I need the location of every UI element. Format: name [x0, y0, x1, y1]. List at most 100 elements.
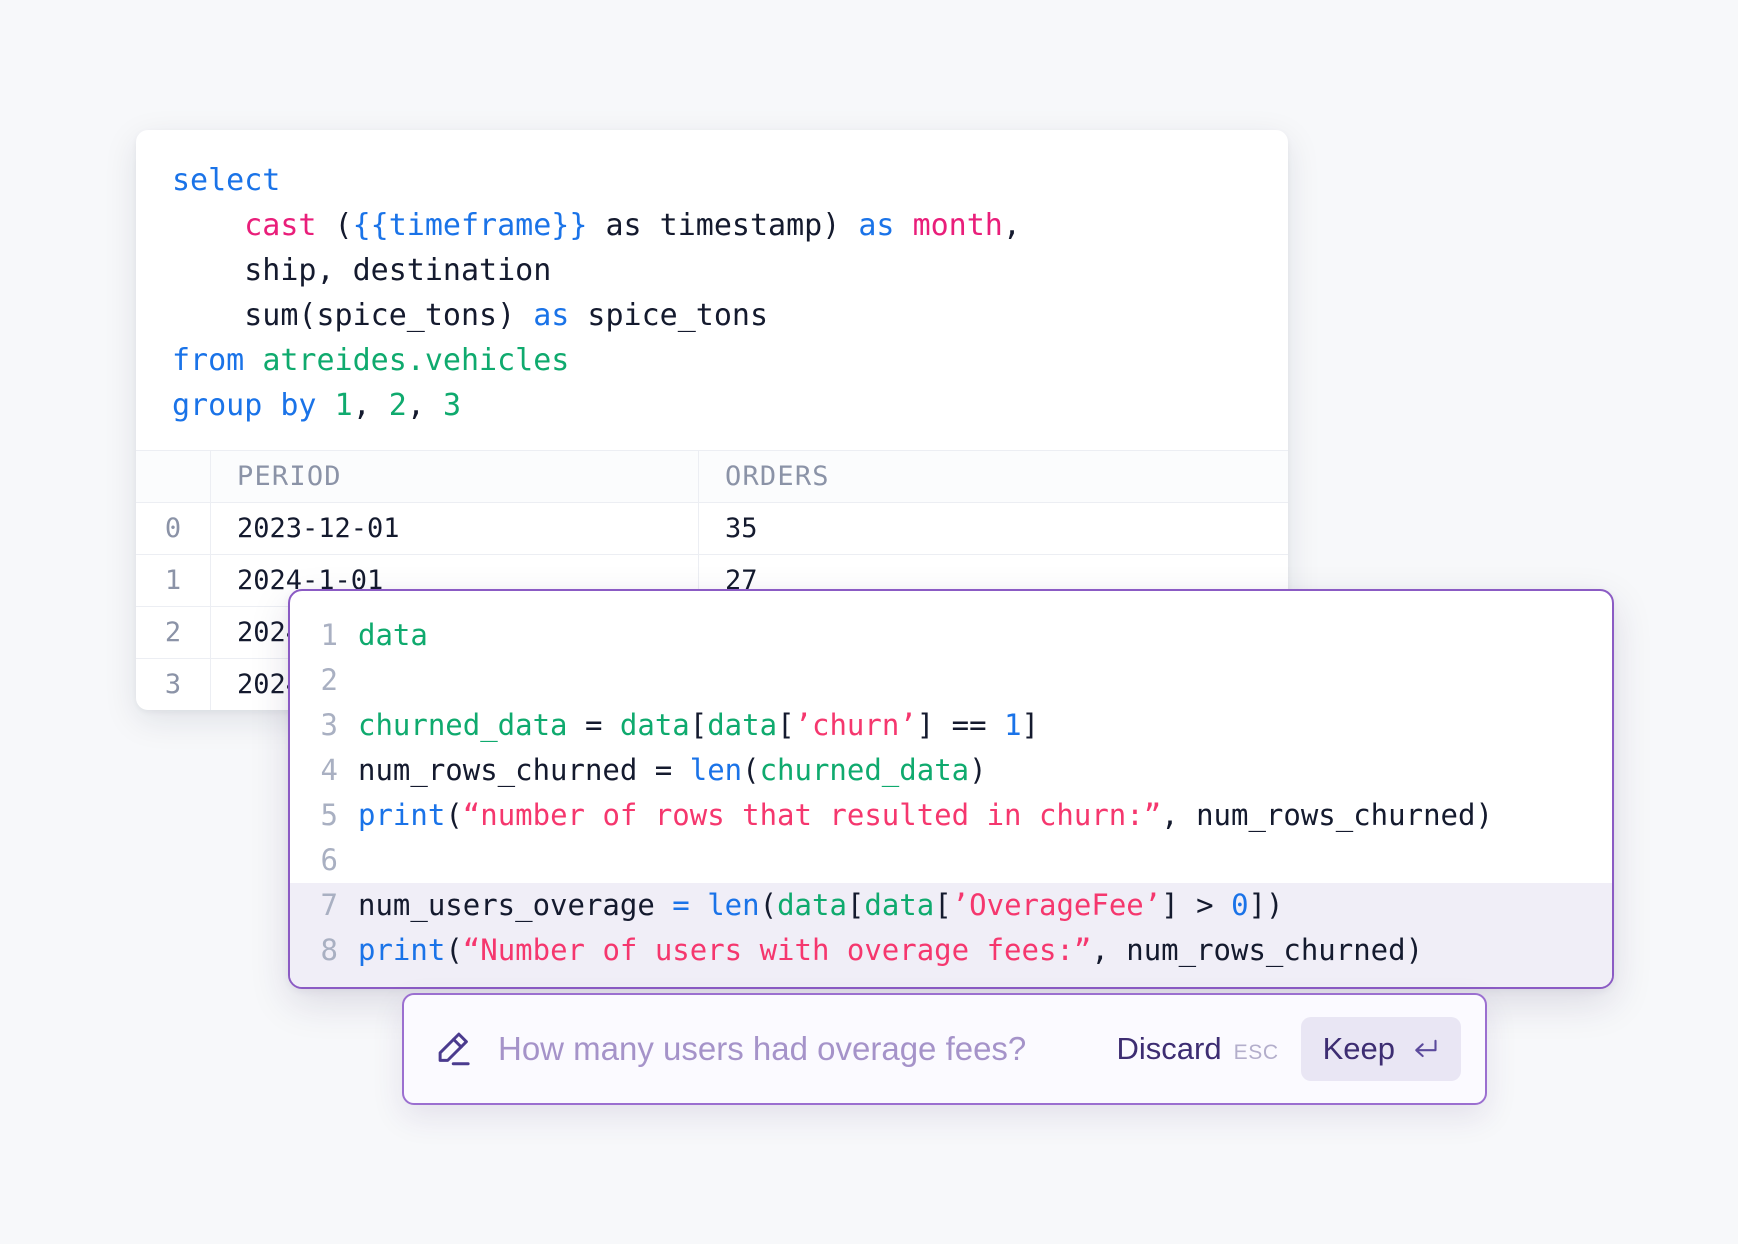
sql-editor[interactable]: select cast ({{timeframe}} as timestamp)…	[136, 130, 1288, 450]
python-token: ’churn’	[794, 708, 917, 742]
discard-button[interactable]: Discard ESC	[1107, 1023, 1289, 1075]
sql-line: sum(spice_tons) as spice_tons	[136, 293, 1288, 338]
discard-label: Discard	[1116, 1031, 1222, 1066]
ai-prompt-bar[interactable]: Discard ESC Keep	[402, 993, 1487, 1105]
python-line: 5 print(“number of rows that resulted in …	[290, 793, 1612, 838]
sql-token: (	[316, 208, 353, 243]
sql-line: select	[136, 158, 1288, 203]
sql-token: cast	[244, 208, 317, 243]
python-line-content: num_users_overage = len(data[data[’Overa…	[358, 883, 1602, 928]
pencil-icon	[434, 1028, 476, 1070]
python-token	[690, 888, 707, 922]
row-index: 0	[136, 503, 211, 554]
python-line-content: print(“Number of users with overage fees…	[358, 928, 1602, 973]
row-index: 2	[136, 607, 211, 658]
sql-token: from	[172, 343, 245, 378]
cell-period: 2023-12-01	[211, 503, 699, 554]
python-token: ] ==	[916, 708, 1005, 742]
sql-token: as	[533, 298, 570, 333]
python-token: [	[777, 708, 795, 742]
enter-return-icon	[1411, 1037, 1439, 1061]
python-token: data	[619, 708, 690, 742]
python-line-content: data	[358, 613, 1602, 658]
sql-token: atreides.vehicles	[262, 343, 570, 378]
sql-token: sum(spice_tons)	[172, 298, 534, 333]
python-line: 4 num_rows_churned = len(churned_data)	[290, 748, 1612, 793]
sql-line: ship, destination	[136, 248, 1288, 293]
sql-token: as timestamp)	[587, 208, 859, 243]
row-index: 3	[136, 659, 211, 710]
python-line: 1 data	[290, 613, 1612, 658]
sql-token: ship, destination	[172, 253, 552, 288]
python-line-content	[358, 838, 1602, 883]
python-line: 6	[290, 838, 1612, 883]
python-token: data	[707, 708, 778, 742]
python-token: “number of rows that resulted in churn:”	[462, 798, 1162, 832]
python-token: len	[707, 888, 760, 922]
sql-token: select	[172, 163, 281, 198]
python-token: ])	[1248, 888, 1284, 922]
line-number: 4	[320, 753, 338, 787]
python-token: print	[358, 933, 446, 967]
python-token: )	[969, 753, 987, 787]
keep-label: Keep	[1322, 1031, 1395, 1066]
python-token: num_users_overage	[358, 888, 673, 922]
python-token: =	[567, 708, 620, 742]
python-token: [	[934, 888, 952, 922]
python-token: (	[445, 933, 463, 967]
column-header[interactable]: PERIOD	[211, 451, 699, 502]
sql-token: 2	[388, 388, 407, 423]
python-token: 1	[1004, 708, 1022, 742]
python-token: =	[672, 888, 690, 922]
python-token: data	[864, 888, 935, 922]
python-token: “Number of users with overage fees:”	[462, 933, 1092, 967]
line-number: 1	[320, 618, 338, 652]
screen: select cast ({{timeframe}} as timestamp)…	[0, 0, 1738, 1244]
line-number: 7	[320, 888, 338, 922]
prompt-input[interactable]	[498, 1030, 1107, 1068]
column-header[interactable]: ORDERS	[699, 451, 1288, 502]
python-line-content: num_rows_churned = len(churned_data)	[358, 748, 1602, 793]
python-token: [	[689, 708, 708, 742]
sql-line: from atreides.vehicles	[136, 338, 1288, 383]
sql-token: month	[912, 208, 1003, 243]
python-token: ]	[1021, 708, 1039, 742]
python-token: [	[846, 888, 865, 922]
table-row[interactable]: 0 2023-12-01 35	[136, 503, 1288, 555]
keep-button[interactable]: Keep	[1300, 1017, 1461, 1081]
python-token: len	[689, 753, 743, 787]
python-token: ’OverageFee’	[951, 888, 1162, 922]
sql-token: group by	[172, 388, 317, 423]
python-token: num_rows_churned =	[358, 753, 690, 787]
sql-token: spice_tons	[569, 298, 769, 333]
row-index: 1	[136, 555, 211, 606]
python-editor[interactable]: 1 data 2 3 churned_data = data[data[’churn’…	[290, 591, 1612, 973]
line-number: 8	[320, 933, 338, 967]
python-token: churned_data	[358, 708, 568, 742]
sql-line: cast ({{timeframe}} as timestamp) as mon…	[136, 203, 1288, 248]
sql-token: ,	[1002, 208, 1021, 243]
sql-token: ,	[352, 388, 389, 423]
python-token: (	[759, 888, 778, 922]
sql-line: group by 1, 2, 3	[136, 383, 1288, 428]
cell-orders: 35	[725, 513, 758, 544]
python-line-content	[358, 658, 1602, 703]
python-line-content: print(“number of rows that resulted in c…	[358, 793, 1602, 838]
line-number: 5	[320, 798, 338, 832]
line-number: 6	[320, 843, 338, 877]
esc-shortcut-badge: ESC	[1233, 1041, 1279, 1064]
sql-token: 3	[442, 388, 461, 423]
sql-token: 1	[334, 388, 353, 423]
python-token: data	[358, 618, 428, 652]
highlight-padding	[290, 973, 1612, 987]
sql-token: ,	[406, 388, 443, 423]
python-line: 7 num_users_overage = len(data[data[’Over…	[290, 883, 1612, 928]
python-line-content: churned_data = data[data[’churn’] == 1]	[358, 703, 1602, 748]
line-number: 2	[320, 663, 338, 697]
python-token: print	[358, 798, 446, 832]
sql-token: {{timeframe}}	[352, 208, 588, 243]
python-line: 8 print(“Number of users with overage fee…	[290, 928, 1612, 973]
python-code-card: 1 data 2 3 churned_data = data[data[’churn’…	[288, 589, 1614, 989]
